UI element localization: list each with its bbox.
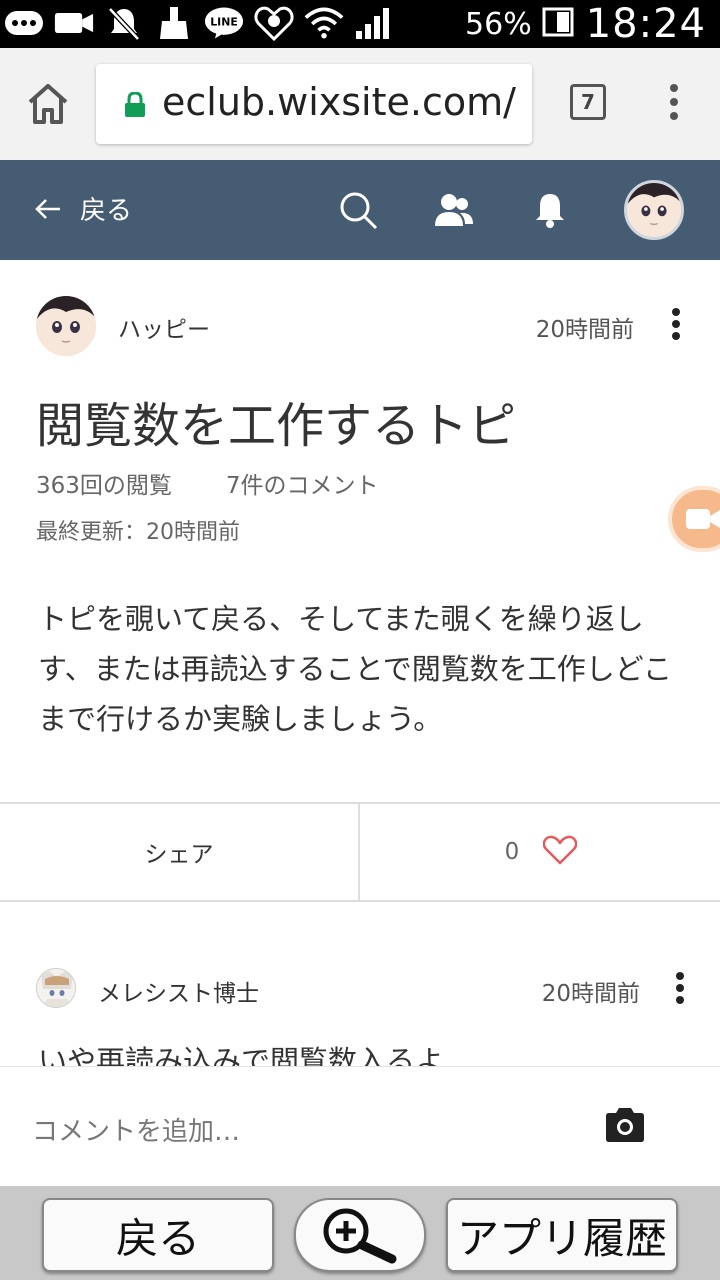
status-bar: LINE 56% 18:24 — [0, 0, 720, 48]
author-avatar[interactable] — [36, 296, 96, 356]
line-app-icon: LINE — [204, 6, 244, 40]
bottom-navigation: 戻る アプリ履歴 — [0, 1186, 720, 1280]
video-camera-icon — [686, 509, 720, 529]
nav-back-button[interactable]: 戻る — [42, 1198, 274, 1272]
post-author-row: ハッピー 20時間前 — [36, 296, 696, 356]
last-updated: 最終更新：20時間前 — [36, 514, 240, 546]
like-button[interactable] — [543, 835, 578, 869]
heart-app-icon — [254, 6, 294, 41]
commenter-avatar-icon — [37, 969, 75, 1007]
battery-icon — [542, 5, 576, 43]
share-button[interactable]: シェア — [0, 804, 360, 900]
url-text: eclub.wixsite.com/r — [162, 80, 518, 124]
comment-text: いや再読み込みで閲覧数入るよ — [38, 1044, 445, 1066]
post-timestamp: 20時間前 — [535, 317, 634, 343]
menu-dot-icon — [670, 84, 678, 92]
heart-icon — [543, 835, 578, 865]
kebab-dot-icon — [676, 996, 684, 1004]
mute-notification-icon — [104, 6, 144, 41]
video-call-icon — [54, 6, 94, 40]
zoom-in-icon — [323, 1208, 397, 1264]
address-bar[interactable]: eclub.wixsite.com/r — [96, 64, 532, 144]
author-avatar-icon — [36, 296, 96, 356]
members-button[interactable] — [432, 188, 476, 232]
like-count: 0 — [504, 839, 520, 865]
clock: 18:24 — [585, 1, 706, 47]
zoom-button[interactable] — [294, 1198, 426, 1272]
notification-icons: LINE — [4, 6, 394, 41]
kebab-dot-icon — [676, 984, 684, 992]
svg-text:LINE: LINE — [210, 16, 238, 29]
camera-icon — [606, 1108, 644, 1142]
attach-photo-button[interactable] — [604, 1107, 646, 1145]
url-tail: r — [516, 80, 518, 124]
lock-icon — [124, 91, 146, 122]
post-actions: シェア 0 — [0, 802, 720, 902]
post-body: トピを覗いて戻る、そしてまた覗くを繰り返しす、または再読込することで閲覧数を工作… — [38, 602, 672, 736]
notifications-button[interactable] — [528, 188, 572, 232]
comment-timestamp: 20時間前 — [541, 981, 640, 1007]
url-main: eclub.wixsite.com/ — [162, 80, 516, 124]
more-notifications-icon — [4, 6, 44, 40]
commenter-avatar[interactable] — [36, 968, 76, 1008]
browser-menu-button[interactable] — [664, 84, 684, 124]
header-back-label: 戻る — [80, 196, 133, 226]
post-title: 閲覧数を工作するトピ — [36, 398, 517, 454]
post-stats: 363回の閲覧 7件のコメント — [36, 466, 379, 500]
tab-switcher-button[interactable]: 7 — [570, 84, 606, 120]
bell-icon — [536, 194, 564, 228]
user-avatar-button[interactable] — [624, 180, 684, 240]
signal-icon — [354, 6, 394, 40]
browser-toolbar: eclub.wixsite.com/r 7 — [0, 48, 720, 160]
commenter-name[interactable]: メレシスト博士 — [98, 974, 259, 1008]
home-icon — [28, 84, 68, 124]
kebab-dot-icon — [672, 308, 680, 316]
members-icon — [435, 194, 473, 226]
comment-more-button[interactable] — [674, 972, 686, 1012]
comment-item: メレシスト博士 20時間前 いや再読み込みで閲覧数入るよ — [0, 960, 720, 1066]
post-author-name[interactable]: ハッピー — [118, 310, 210, 344]
wifi-icon — [304, 6, 344, 40]
comment-input-bar: コメントを追加… — [0, 1066, 720, 1186]
comment-count: 7件のコメント — [225, 473, 379, 499]
post-more-button[interactable] — [670, 308, 682, 348]
kebab-dot-icon — [672, 320, 680, 328]
last-updated-value: 20時間前 — [146, 520, 241, 545]
kebab-dot-icon — [676, 972, 684, 980]
home-button[interactable] — [22, 78, 74, 130]
video-chat-fab[interactable] — [668, 486, 720, 552]
arrow-left-icon — [35, 198, 60, 219]
like-area: 0 — [362, 804, 720, 900]
menu-dot-icon — [670, 98, 678, 106]
comment-input[interactable]: コメントを追加… — [32, 1111, 240, 1148]
user-avatar-icon — [627, 183, 681, 237]
app-history-button[interactable]: アプリ履歴 — [446, 1198, 678, 1272]
status-right: 56% 18:24 — [465, 0, 706, 48]
cleaner-icon — [154, 6, 194, 40]
search-icon — [340, 192, 378, 230]
view-count: 363回の閲覧 — [36, 473, 172, 499]
last-updated-label: 最終更新： — [36, 520, 147, 545]
kebab-dot-icon — [672, 332, 680, 340]
battery-percent: 56% — [465, 6, 532, 42]
header-back-button[interactable]: 戻る — [34, 190, 132, 227]
search-button[interactable] — [336, 188, 380, 232]
app-header: 戻る — [0, 160, 720, 260]
menu-dot-icon — [670, 112, 678, 120]
